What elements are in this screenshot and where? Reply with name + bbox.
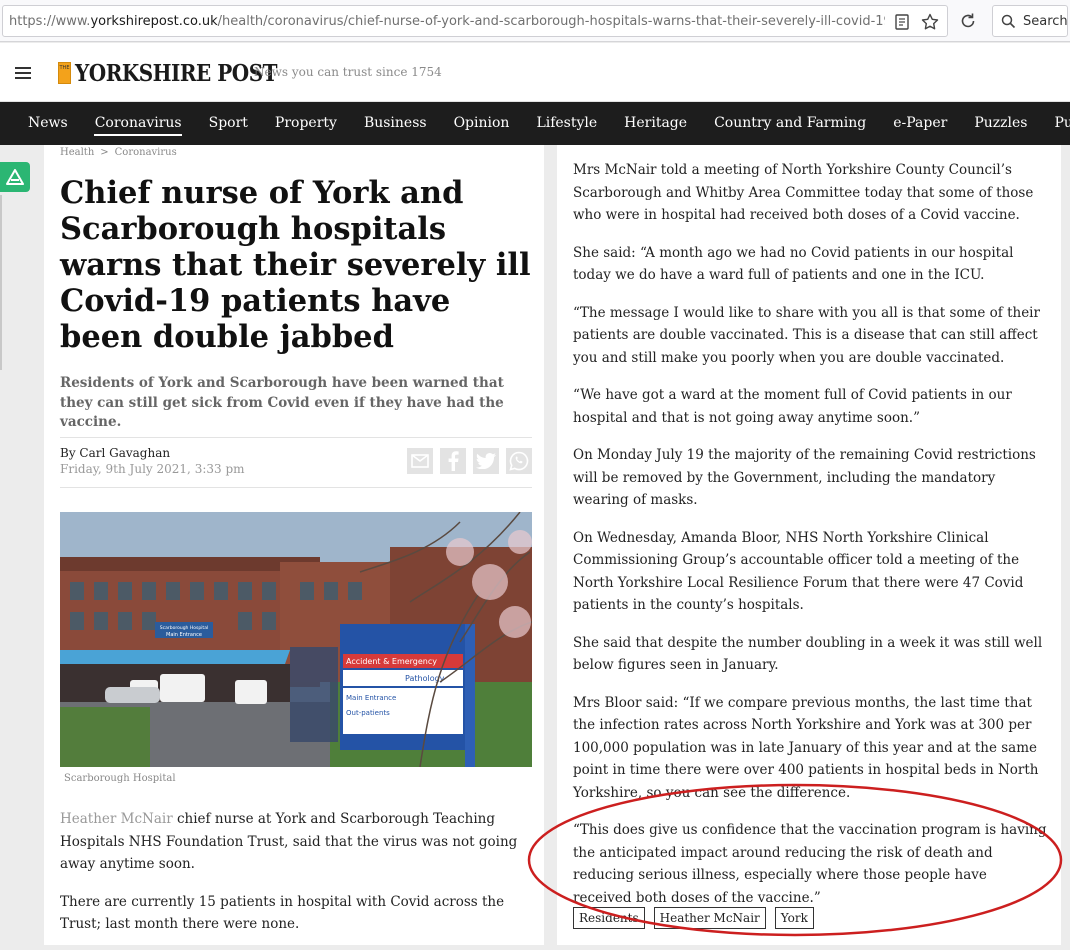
browser-search-field[interactable]: Search — [992, 5, 1068, 37]
photo-sign-text: Main Entrance — [346, 694, 396, 702]
nav-item-business[interactable]: Business — [350, 102, 440, 145]
nav-item-coronavirus[interactable]: Coronavirus — [81, 102, 195, 145]
article-paragraph: She said that despite the number doublin… — [573, 634, 1043, 674]
divider — [60, 437, 532, 438]
breadcrumb-separator: > — [100, 147, 109, 158]
nav-item-opinion[interactable]: Opinion — [440, 102, 523, 145]
article-paragraph: Heather McNair chief nurse at York and S… — [60, 808, 532, 876]
reload-icon[interactable] — [958, 11, 978, 31]
accessibility-icon[interactable] — [0, 162, 30, 192]
whatsapp-icon — [509, 451, 529, 471]
browser-toolbar: https://www.yorkshirepost.co.uk/health/c… — [0, 0, 1070, 42]
twitter-share-button[interactable] — [473, 448, 499, 474]
article-paragraph: On Monday July 19 the majority of the re… — [573, 447, 1036, 508]
email-icon — [411, 454, 429, 468]
breadcrumb-health[interactable]: Health — [60, 147, 94, 158]
nav-item-news[interactable]: News — [0, 102, 81, 145]
article-paragraph: She said: “A month ago we had no Covid p… — [573, 244, 1014, 284]
article-paragraph: Mrs Bloor said: “If we compare previous … — [573, 694, 1039, 801]
article-standfirst: Residents of York and Scarborough have b… — [60, 375, 504, 430]
article-paragraph: “This does give us confidence that the v… — [573, 822, 1047, 906]
site-logo[interactable]: THE YORKSHIRE POST — [58, 59, 278, 87]
article-body-right: Mrs McNair told a meeting of North Yorks… — [573, 159, 1047, 924]
photo-sign-text: Out-patients — [346, 709, 390, 717]
article-paragraph: On Wednesday, Amanda Bloor, NHS North Yo… — [573, 529, 1024, 614]
bookmark-star-icon[interactable] — [921, 13, 939, 31]
twitter-icon — [476, 453, 496, 469]
nav-item-property[interactable]: Property — [261, 102, 350, 145]
facebook-share-button[interactable] — [440, 448, 466, 474]
nav-item-public-notices[interactable]: Public Notices — [1041, 102, 1070, 145]
article-body-left: Heather McNair chief nurse at York and S… — [60, 808, 532, 945]
search-icon — [1001, 14, 1016, 29]
article-paragraph: There are currently 15 patients in hospi… — [60, 893, 505, 933]
nav-item-e-paper[interactable]: e-Paper — [880, 102, 961, 145]
email-share-button[interactable] — [407, 448, 433, 474]
heather-mcnair-link[interactable]: Heather McNair — [60, 811, 173, 827]
author-name[interactable]: By Carl Gavaghan — [60, 446, 170, 460]
search-label: Search — [1023, 14, 1068, 29]
article-paragraph: “The message I would like to share with … — [573, 304, 1040, 366]
facebook-icon — [448, 451, 459, 471]
whatsapp-share-button[interactable] — [506, 448, 532, 474]
url-text: https://www.yorkshirepost.co.uk/health/c… — [9, 14, 885, 29]
main-nav: News Coronavirus Sport Property Business Opin… — [0, 102, 1070, 145]
divider — [60, 487, 532, 488]
hospital-photo: Scarborough Hospital Main Entrance Accid… — [60, 512, 532, 767]
logo-text: YORKSHIRE POST — [75, 59, 278, 87]
photo-sign-text: Accident & Emergency — [346, 657, 437, 666]
article-paragraph: “We have got a ward at the moment full o… — [573, 387, 1012, 426]
nav-item-puzzles[interactable]: Puzzles — [961, 102, 1041, 145]
logo-badge: THE — [58, 62, 71, 84]
nav-item-country-and-farming[interactable]: Country and Farming — [701, 102, 880, 145]
publish-date: Friday, 9th July 2021, 3:33 pm — [60, 462, 245, 476]
tag-residents[interactable]: Residents — [573, 907, 645, 929]
article-headline: Chief nurse of York and Scarborough hosp… — [60, 175, 531, 355]
tag-york[interactable]: York — [774, 907, 814, 929]
site-tagline: News you can trust since 1754 — [254, 65, 442, 79]
nav-item-sport[interactable]: Sport — [195, 102, 261, 145]
tag-heather-mcnair[interactable]: Heather McNair — [653, 907, 766, 929]
article-right-column: Mrs McNair told a meeting of North Yorks… — [557, 145, 1061, 945]
side-scroll-edge — [0, 195, 2, 370]
nav-item-lifestyle[interactable]: Lifestyle — [523, 102, 611, 145]
address-bar[interactable]: https://www.yorkshirepost.co.uk/health/c… — [2, 5, 948, 37]
photo-sign-text: Scarborough Hospital — [160, 625, 208, 631]
photo-sign-text: Main Entrance — [166, 632, 202, 638]
tag-list: Residents Heather McNair York — [573, 907, 814, 929]
breadcrumb-coronavirus[interactable]: Coronavirus — [115, 147, 177, 158]
reader-view-icon[interactable] — [893, 13, 911, 31]
photo-caption: Scarborough Hospital — [64, 773, 176, 784]
menu-icon[interactable] — [15, 67, 31, 79]
article-left-column: Health > Coronavirus Chief nurse of York a… — [44, 145, 544, 945]
site-header: THE YORKSHIRE POST News you can trust si… — [0, 43, 1070, 102]
nav-item-heritage[interactable]: Heritage — [611, 102, 701, 145]
page-scrollbar[interactable] — [1064, 145, 1070, 945]
article-paragraph: Mrs McNair told a meeting of North Yorks… — [573, 162, 1034, 223]
breadcrumb: Health > Coronavirus — [60, 147, 177, 158]
